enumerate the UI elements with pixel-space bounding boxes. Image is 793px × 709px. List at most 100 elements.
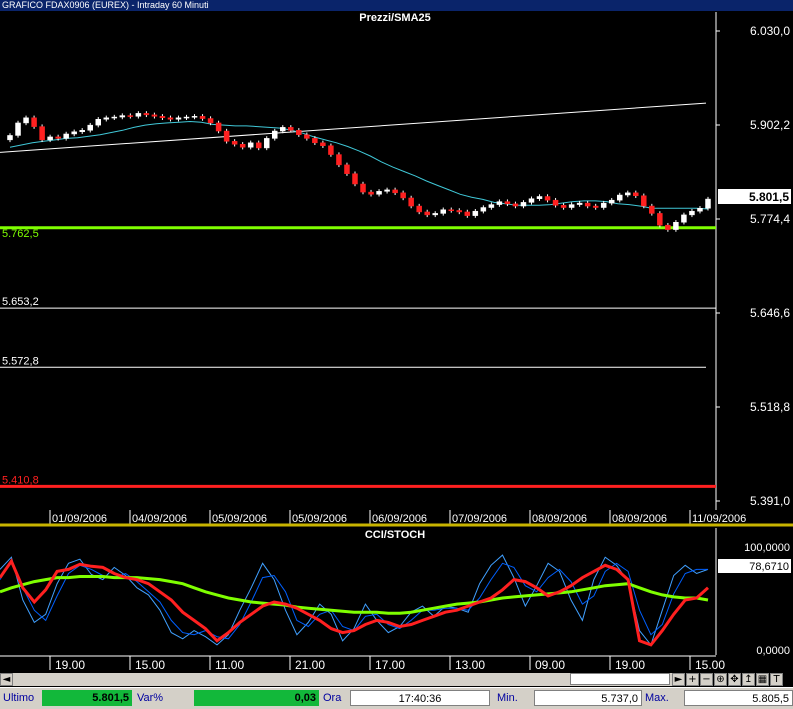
candle-up [47,136,53,141]
max-label: Max. [645,692,669,704]
indicator-tick-high: 100,0000 [744,542,790,554]
scrollbar-thumb[interactable] [570,673,670,685]
candles [7,111,711,232]
min-label: Min. [497,692,518,704]
last-price-label: 5.801,5 [749,190,789,204]
time-axis: 19.00 15.00 11.00 21.00 17.00 13.00 09.00 19.00… [0,655,725,672]
date-label: 06/09/2006 [372,513,427,525]
time-label: 17.00 [375,658,405,672]
chart-area[interactable]: Prezzi/SMA25 6.030,0 5.902,2 5.774,4 5.646,… [0,0,793,709]
price-levels: 5.762,5 5.653,2 5.572,8 5.410,8 [0,226,716,488]
candle-down [641,195,647,207]
time-label: 21.00 [295,658,325,672]
candle-up [376,191,382,195]
candle-down [504,201,511,205]
candle-up [496,201,503,205]
candle-up [79,130,85,133]
date-label: 05/09/2006 [212,513,267,525]
draw-line-icon[interactable]: ↥ [742,673,755,686]
grid-icon[interactable]: ▦ [756,673,769,686]
candle-up [608,199,615,204]
candle-up [63,133,69,139]
candle-down [552,199,559,206]
scroll-left-button[interactable]: ◄ [0,673,13,686]
candle-down [151,114,158,117]
candle-down [159,116,166,119]
candle-down [207,118,214,124]
candle-down [304,134,310,139]
sma25-line [9,120,709,210]
min-value: 5.737,0 [534,690,642,706]
move-icon[interactable]: ✥ [728,673,741,686]
date-label: 08/09/2006 [612,513,667,525]
candle-up [384,189,390,192]
candle-up [119,115,126,118]
time-label: 19.00 [615,658,645,672]
price-tick-label: 5.518,8 [750,400,790,414]
candle-down [223,130,230,142]
time-label: 15.00 [135,658,165,672]
price-level-label: 5.410,8 [2,474,39,486]
date-label: 05/09/2006 [292,513,347,525]
price-panel-title: Prezzi/SMA25 [359,12,431,24]
price-level-label: 5.653,2 [2,296,39,308]
candle-up [520,202,527,207]
zoom-out-icon[interactable]: − [700,673,713,686]
candle-down [657,213,663,226]
candle-down [231,141,238,145]
candle-down [344,164,350,174]
time-label: 13.00 [455,658,485,672]
candle-down [416,205,422,213]
indicator-last-label: 78,6710 [749,561,789,573]
candle-up [616,194,623,201]
crosshair-icon[interactable]: ⊕ [714,673,727,686]
candle-up [95,119,102,126]
candle-up [23,117,29,124]
cci-average-line [0,575,709,615]
candle-up [263,138,270,149]
candle-down [360,183,366,193]
quote-bar: Ultimo 5.801,5 Var% 0,03 Ora 17:40:36 Mi… [0,687,793,709]
candle-up [673,221,679,230]
date-label: 07/09/2006 [452,513,507,525]
candle-up [681,214,687,223]
candle-up [625,192,631,196]
candle-down [448,209,455,211]
candle-up [576,202,583,205]
price-tick-label: 6.030,0 [750,24,790,38]
candle-down [199,116,206,119]
var-label: Var% [137,692,164,704]
candle-up [488,204,495,208]
candle-down [296,130,302,135]
last-price-badge: 5.801,5 [718,189,791,204]
candle-down [320,142,326,146]
candle-up [689,210,695,216]
zoom-in-icon[interactable]: + [686,673,699,686]
price-tick-label: 5.391,0 [750,494,790,508]
var-value: 0,03 [194,690,319,706]
candle-down [39,126,45,141]
candle-down [336,154,342,166]
candle-down [368,191,374,195]
candle-up [71,131,77,135]
candle-up [536,196,543,199]
candle-down [456,210,463,213]
candle-down [544,196,551,201]
candle-up [440,209,446,214]
date-label: 11/09/2006 [692,513,746,525]
candle-up [247,142,254,148]
candle-down [31,117,37,127]
candle-down [215,122,222,132]
text-tool-icon[interactable]: T [770,673,783,686]
horizontal-scrollbar[interactable]: ◄ ► + − ⊕ ✥ ↥ ▦ T [0,672,793,687]
price-y-ticks: 6.030,0 5.902,2 5.774,4 5.646,6 5.518,8 5.391… [716,24,790,508]
scroll-right-button[interactable]: ► [672,673,685,686]
candle-up [528,198,535,203]
candle-up [472,210,479,216]
trendline [0,102,707,153]
candle-up [568,204,575,208]
indicator-panel-title: CCI/STOCH [365,529,425,541]
candle-up [183,116,190,119]
ultimo-label: Ultimo [3,692,35,704]
indicator-tick-low: 0,0000 [756,645,790,657]
